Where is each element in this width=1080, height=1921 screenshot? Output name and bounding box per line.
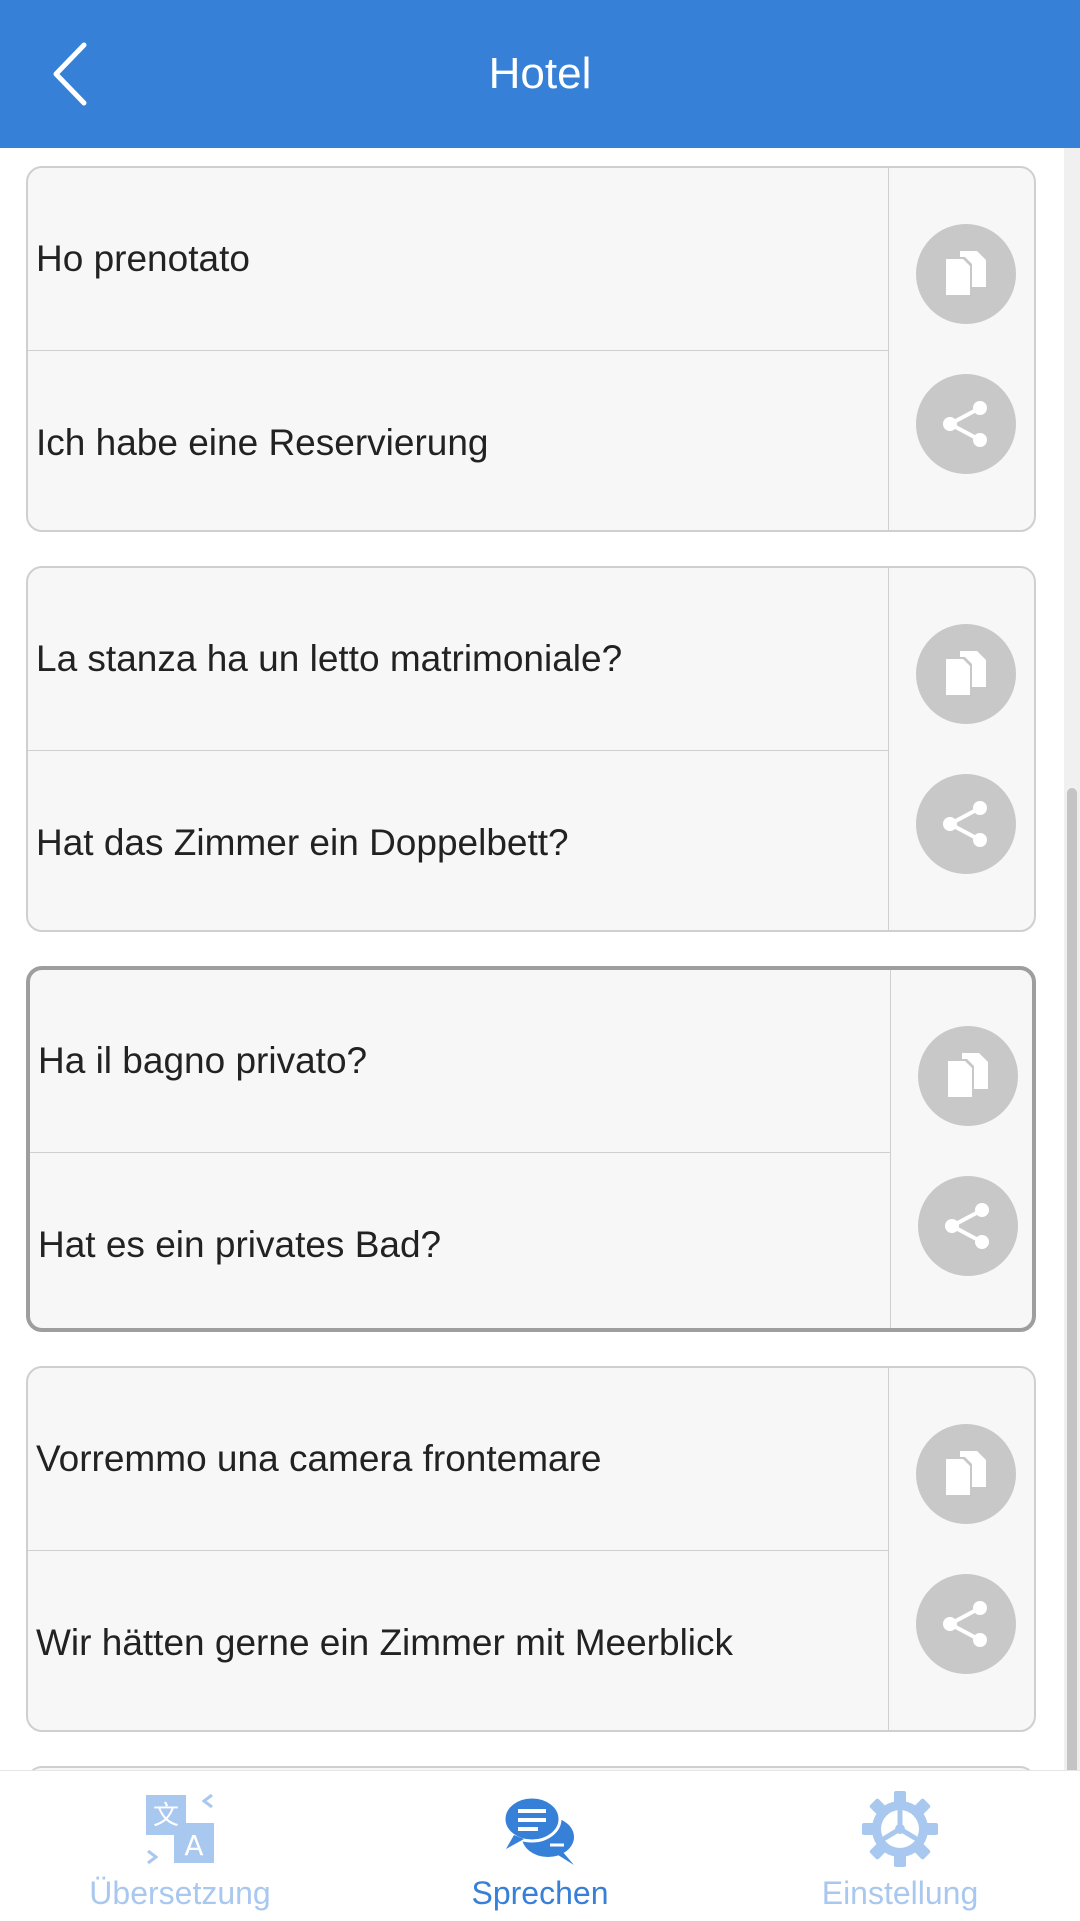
phrase-card[interactable]: La stanza ha un letto matrimoniale? Hat … [26,566,1036,932]
copy-button[interactable] [916,1424,1016,1524]
svg-text:文: 文 [153,1801,179,1831]
tab-translation[interactable]: 文 A Übersetzung [0,1771,360,1921]
phrase-source[interactable]: Ha il bagno privato? [30,970,890,1153]
phrase-actions [888,168,1034,530]
share-button[interactable] [916,374,1016,474]
page-title: Hotel [488,49,592,98]
tab-speak-label: Sprechen [471,1875,609,1911]
phrase-source[interactable]: La stanza ha un letto matrimoniale? [28,568,888,751]
svg-text:A: A [184,1829,203,1862]
share-icon [945,1203,989,1249]
chat-bubbles-icon [502,1795,574,1865]
copy-icon [946,251,986,295]
scrollbar[interactable] [1064,148,1080,1918]
header-bar: Hotel [0,0,1080,148]
share-icon [943,1601,987,1647]
share-icon [943,801,987,847]
share-button[interactable] [916,1574,1016,1674]
phrase-source[interactable]: Ho prenotato [28,168,888,351]
share-button[interactable] [918,1176,1018,1276]
gear-icon [862,1791,938,1867]
share-icon [943,401,987,447]
copy-icon [948,1053,988,1097]
tab-speak[interactable]: Sprechen [360,1771,720,1921]
scrollbar-thumb[interactable] [1067,788,1077,1918]
phrase-card[interactable]: Ho prenotato Ich habe eine Reservierung [26,166,1036,532]
phrase-actions [890,970,1032,1328]
copy-button[interactable] [916,224,1016,324]
phrase-translation[interactable]: Hat es ein privates Bad? [30,1153,890,1328]
tab-translation-label: Übersetzung [89,1875,271,1911]
phrase-list[interactable]: Ho prenotato Ich habe eine Reservierung [0,148,1080,1770]
phrase-translation[interactable]: Hat das Zimmer ein Doppelbett? [28,751,888,930]
tab-settings-label: Einstellung [821,1875,979,1911]
translate-icon: 文 A [146,1793,214,1865]
phrase-actions [888,1368,1034,1730]
share-button[interactable] [916,774,1016,874]
phrase-translation[interactable]: Ich habe eine Reservierung [28,351,888,530]
tab-settings[interactable]: Einstellung [720,1771,1080,1921]
copy-button[interactable] [916,624,1016,724]
copy-button[interactable] [918,1026,1018,1126]
phrase-card[interactable]: Vorremmo una camera frontemare Wir hätte… [26,1366,1036,1732]
phrase-source[interactable]: Vorremmo una camera frontemare [28,1368,888,1551]
phrase-actions [888,568,1034,930]
copy-icon [946,651,986,695]
phrase-translation[interactable]: Wir hätten gerne ein Zimmer mit Meerblic… [28,1551,888,1730]
bottom-tab-bar: 文 A Übersetzung Sprechen Einstellung [0,1770,1080,1921]
copy-icon [946,1451,986,1495]
phrase-card-selected[interactable]: Ha il bagno privato? Hat es ein privates… [26,966,1036,1332]
